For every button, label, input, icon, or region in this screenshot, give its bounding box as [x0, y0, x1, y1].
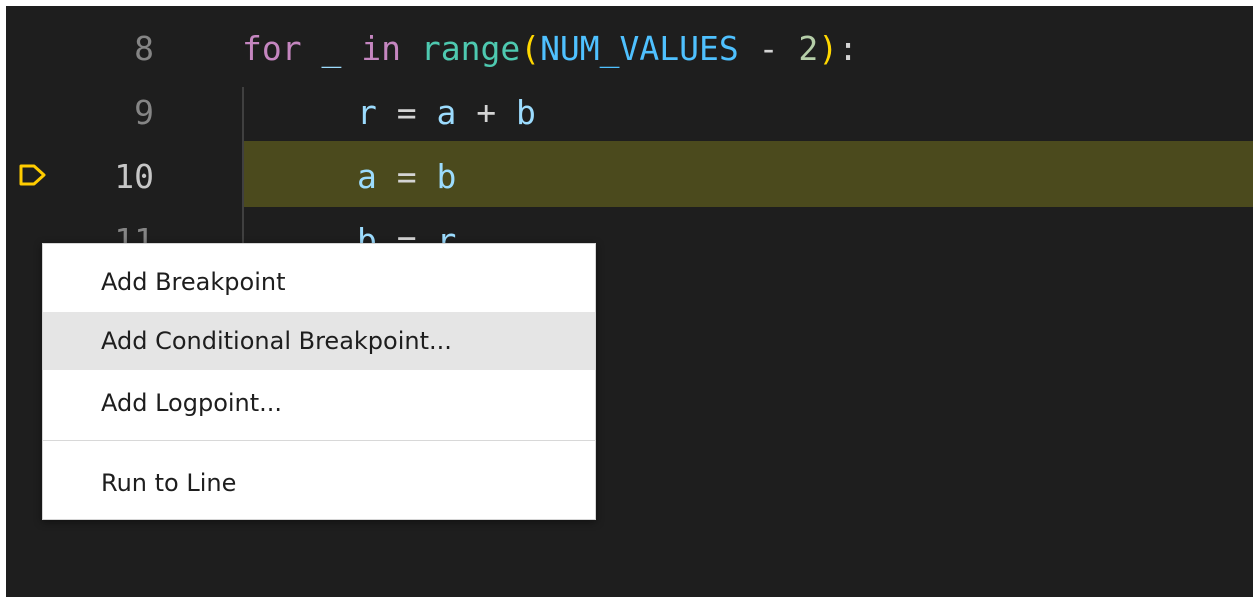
line-number: 8	[134, 29, 154, 68]
menu-item-add-logpoint[interactable]: Add Logpoint...	[43, 374, 595, 432]
code-line-current[interactable]: 10 a = b	[6, 145, 1253, 209]
variable: b	[436, 157, 457, 196]
menu-item-add-breakpoint[interactable]: Add Breakpoint	[43, 253, 595, 311]
code-line[interactable]: 8 for _ in range(NUM_VALUES - 2):	[6, 17, 1253, 81]
colon: :	[838, 29, 858, 68]
code-text[interactable]: r = a + b	[357, 81, 536, 145]
variable: r	[357, 93, 377, 132]
operator: +	[456, 93, 516, 132]
close-paren: )	[818, 29, 839, 68]
operator: -	[738, 29, 799, 68]
menu-item-add-conditional-breakpoint[interactable]: Add Conditional Breakpoint...	[43, 312, 595, 370]
line-number: 9	[134, 93, 154, 132]
function-name: range	[420, 29, 521, 68]
breakpoint-context-menu: Add Breakpoint Add Conditional Breakpoin…	[42, 243, 596, 520]
code-text[interactable]: for _ in range(NUM_VALUES - 2):	[242, 17, 858, 81]
open-paren: (	[520, 29, 541, 68]
variable: b	[515, 93, 536, 132]
menu-separator	[43, 440, 595, 441]
line-number: 10	[114, 157, 154, 196]
underscore-variable: _	[301, 29, 362, 68]
constant: NUM_VALUES	[540, 29, 739, 68]
code-text[interactable]: a = b	[357, 145, 456, 209]
variable: a	[436, 93, 457, 132]
keyword: in	[361, 29, 401, 68]
number-literal: 2	[798, 29, 819, 68]
operator: =	[376, 93, 437, 132]
menu-item-run-to-line[interactable]: Run to Line	[43, 454, 595, 512]
code-line[interactable]: 9 r = a + b	[6, 81, 1253, 145]
variable: a	[357, 157, 377, 196]
operator: =	[376, 157, 437, 196]
keyword: for	[242, 29, 302, 68]
